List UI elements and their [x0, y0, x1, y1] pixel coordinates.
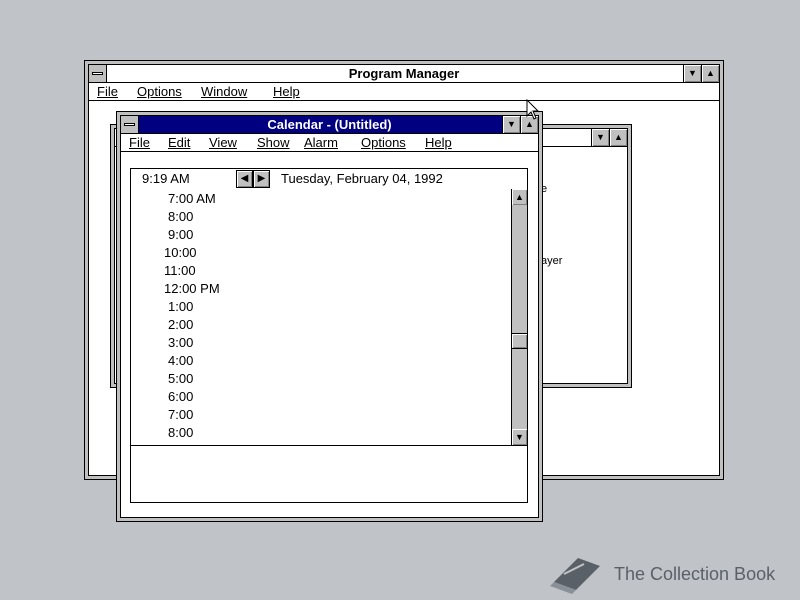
calendar-titlebar[interactable]: Calendar - (Untitled) ▼ ▲ [121, 116, 538, 134]
next-day-button[interactable]: ▶ [253, 170, 270, 188]
appointment-list[interactable]: 7:00 AM 8:00 9:00 10:00 11:00 12:00 PM 1:00 2:0… [130, 189, 528, 446]
watermark-text: The Collection Book [614, 564, 776, 584]
calendar-menubar: File Edit View Show Alarm Options Help [121, 134, 538, 152]
time-slot-label: 7:00 AM [168, 191, 216, 206]
calendar-title: Calendar - (Untitled) [267, 117, 392, 132]
time-slot-row[interactable]: 9:00 [131, 226, 511, 244]
time-slot-row[interactable]: 6:00 [131, 388, 511, 406]
cal-menu-edit[interactable]: Edit [168, 134, 190, 152]
watermark: The Collection Book [548, 552, 788, 596]
time-slot-row[interactable]: 4:00 [131, 352, 511, 370]
time-slot-label: 5:00 [168, 371, 194, 386]
cal-menu-show[interactable]: Show [257, 134, 290, 152]
group-minimize-button[interactable]: ▼ [591, 129, 609, 146]
scroll-up-arrow-icon: ▲ [515, 192, 524, 202]
time-slot-row[interactable]: 1:00 [131, 298, 511, 316]
cal-menu-view[interactable]: View [209, 134, 237, 152]
current-date: Tuesday, February 04, 1992 [281, 171, 443, 186]
time-slot-label: 8:00 [168, 209, 194, 224]
scroll-down-arrow-icon: ▼ [515, 432, 524, 442]
current-time: 9:19 AM [142, 171, 190, 186]
pm-menu-file[interactable]: File [97, 83, 118, 101]
time-slot-label: 8:00 [168, 425, 194, 440]
time-slot-label: 11:00 [164, 263, 196, 278]
time-slot-label: 12:00 PM [164, 281, 220, 296]
cal-menu-file[interactable]: File [129, 134, 150, 152]
book-icon [550, 558, 600, 594]
program-manager-system-menu-icon[interactable] [89, 65, 107, 82]
scroll-down-button[interactable]: ▼ [512, 429, 527, 445]
time-slot-row[interactable]: 3:00 [131, 334, 511, 352]
time-slot-row[interactable]: 11:00 [131, 262, 511, 280]
group-icon-label-peek-2[interactable]: ayer [541, 255, 562, 267]
calendar-window: Calendar - (Untitled) ▼ ▲ File Edit View… [116, 111, 543, 522]
time-slot-label: 7:00 [168, 407, 194, 422]
time-slot-label: 2:00 [168, 317, 194, 332]
time-slot-label: 9:00 [168, 227, 194, 242]
cal-menu-help[interactable]: Help [425, 134, 452, 152]
notes-area[interactable] [130, 445, 528, 503]
time-slot-row[interactable]: 8:00 [131, 208, 511, 226]
mouse-cursor-icon [526, 99, 540, 120]
calendar-minimize-button[interactable]: ▼ [502, 116, 520, 133]
time-slot-row[interactable]: 7:00 AM [131, 190, 511, 208]
time-slot-row[interactable]: 7:00 [131, 406, 511, 424]
group-maximize-button[interactable]: ▲ [609, 129, 627, 146]
time-slot-label: 4:00 [168, 353, 194, 368]
pm-menu-help[interactable]: Help [273, 83, 300, 101]
left-arrow-icon: ◀ [240, 173, 249, 184]
time-slot-row[interactable]: 10:00 [131, 244, 511, 262]
cal-menu-alarm[interactable]: Alarm [304, 134, 338, 152]
right-arrow-icon: ▶ [257, 173, 266, 184]
program-manager-title: Program Manager [348, 66, 460, 81]
previous-day-button[interactable]: ◀ [236, 170, 253, 188]
time-slot-row[interactable]: 2:00 [131, 316, 511, 334]
scroll-thumb[interactable] [512, 333, 527, 350]
time-slot-label: 1:00 [168, 299, 194, 314]
cal-menu-options[interactable]: Options [361, 134, 406, 152]
time-slot-label: 6:00 [168, 389, 194, 404]
time-slot-label: 3:00 [168, 335, 194, 350]
time-slot-row[interactable]: 5:00 [131, 370, 511, 388]
time-slot-row[interactable]: 8:00 [131, 424, 511, 442]
time-slot-row[interactable]: 12:00 PM [131, 280, 511, 298]
program-manager-minimize-button[interactable]: ▼ [683, 65, 701, 82]
program-manager-menubar: File Options Window Help [89, 83, 719, 101]
program-manager-maximize-button[interactable]: ▲ [701, 65, 719, 82]
time-slot-label: 10:00 [164, 245, 197, 260]
pm-menu-window[interactable]: Window [201, 83, 247, 101]
calendar-status-bar: 9:19 AM ◀ ▶ Tuesday, February 04, 1992 [130, 168, 528, 190]
scroll-up-button[interactable]: ▲ [512, 189, 527, 205]
calendar-system-menu-icon[interactable] [121, 116, 139, 133]
time-slots: 7:00 AM 8:00 9:00 10:00 11:00 12:00 PM 1:00 2:0… [131, 189, 511, 445]
pm-menu-options[interactable]: Options [137, 83, 182, 101]
appointment-scrollbar[interactable]: ▲ ▼ [511, 189, 527, 445]
program-manager-titlebar[interactable]: Program Manager ▼ ▲ [89, 65, 719, 83]
